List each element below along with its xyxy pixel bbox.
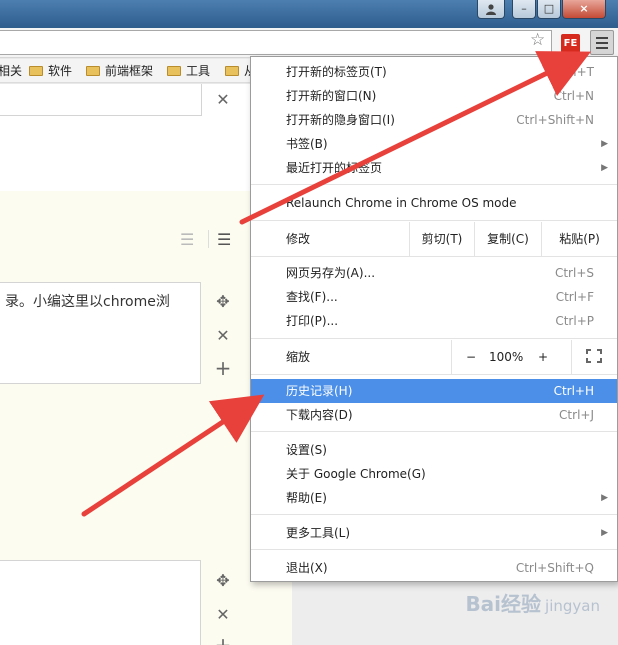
annotation-arrow-history	[81, 394, 265, 517]
annotation-arrow-menu	[239, 51, 591, 225]
annotation-arrows	[81, 51, 591, 517]
